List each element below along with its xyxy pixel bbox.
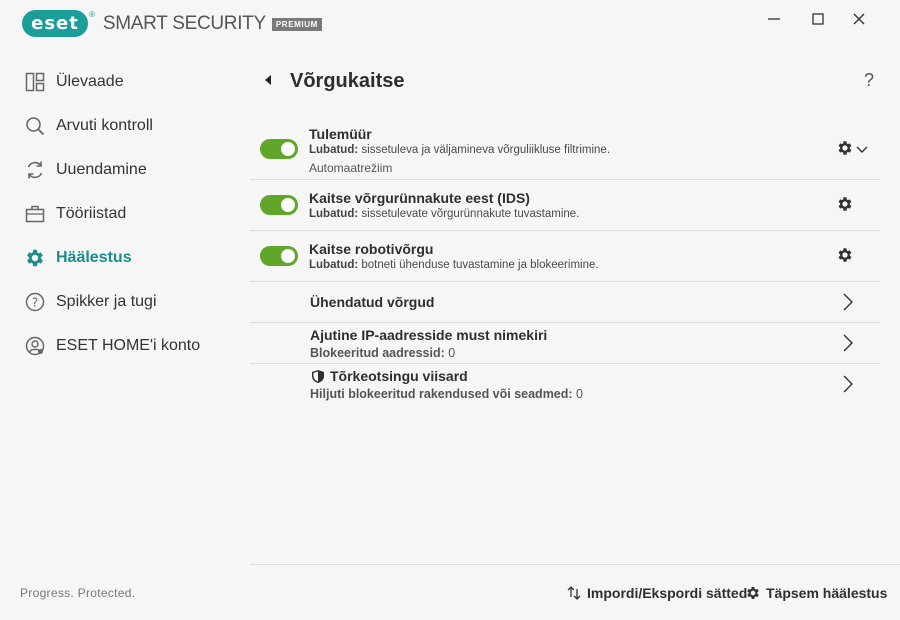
logo-mark: eset [22, 10, 88, 37]
botnet-toggle[interactable] [260, 246, 298, 266]
sidebar: Ülevaade Arvuti kontroll Uuendamine Töör… [0, 60, 248, 368]
feature-mode: Automaatrežiim [309, 161, 393, 175]
link-row-connected-networks[interactable]: Ühendatud võrgud [250, 282, 880, 323]
page-title: Võrgukaitse [290, 70, 405, 92]
feature-title: Kaitse robotivõrgu [309, 241, 434, 257]
close-icon [853, 13, 865, 25]
feature-row-firewall: Tulemüür Lubatud: sissetuleva ja väljami… [250, 120, 880, 180]
sidebar-item-label: Uuendamine [56, 161, 147, 178]
logo-registered-mark: ® [89, 10, 95, 19]
help-icon: ? [24, 291, 46, 313]
feature-description: Lubatud: sissetulevate võrgurünnakute tu… [309, 208, 580, 220]
sidebar-item-help-support[interactable]: ? Spikker ja tugi [0, 280, 248, 324]
link-title[interactable]: Ühendatud võrgud [310, 294, 434, 310]
link-subtitle: Blokeeritud aadressid: 0 [310, 346, 456, 360]
feature-description: Lubatud: sissetuleva ja väljamineva võrg… [309, 144, 611, 156]
shield-icon [311, 369, 325, 389]
sidebar-item-label: Spikker ja tugi [56, 293, 157, 310]
sidebar-item-overview[interactable]: Ülevaade [0, 60, 248, 104]
link-row-ip-blacklist[interactable]: Ajutine IP-aadresside must nimekiri Blok… [250, 323, 880, 364]
back-arrow-icon [265, 75, 271, 85]
title-bar: eset ® SMART SECURITY PREMIUM [0, 0, 900, 46]
import-export-button[interactable]: Impordi/Ekspordi sätted [566, 585, 747, 601]
overview-icon [24, 71, 46, 93]
back-button[interactable] [262, 72, 274, 88]
minimize-icon [768, 18, 780, 20]
ids-settings-gear-icon[interactable] [836, 195, 854, 213]
briefcase-icon [24, 203, 46, 225]
chevron-right-icon[interactable] [842, 374, 854, 394]
gear-icon [24, 247, 46, 269]
minimize-button[interactable] [761, 8, 787, 30]
sidebar-item-label: Häälestus [56, 249, 132, 266]
feature-title: Kaitse võrgurünnakute eest (IDS) [309, 190, 530, 206]
account-icon [24, 335, 46, 357]
maximize-icon [812, 13, 824, 25]
sidebar-item-tools[interactable]: Tööriistad [0, 192, 248, 236]
feature-row-botnet: Kaitse robotivõrgu Lubatud: botneti ühen… [250, 231, 880, 282]
close-button[interactable] [846, 8, 872, 30]
link-row-troubleshooting-wizard[interactable]: Tõrkeotsingu viisard Hiljuti blokeeritud… [250, 364, 880, 406]
sidebar-item-computer-scan[interactable]: Arvuti kontroll [0, 104, 248, 148]
firewall-toggle[interactable] [260, 139, 298, 159]
feature-title: Tulemüür [309, 126, 372, 142]
firewall-expand-chevron-down-icon[interactable] [856, 142, 868, 154]
sidebar-item-eset-home[interactable]: ESET HOME'i konto [0, 324, 248, 368]
link-title[interactable]: Tõrkeotsingu viisard [330, 368, 468, 384]
advanced-setup-button[interactable]: Täpsem häälestus [745, 585, 887, 601]
feature-row-ids: Kaitse võrgurünnakute eest (IDS) Lubatud… [250, 180, 880, 231]
feature-description: Lubatud: botneti ühenduse tuvastamine ja… [309, 259, 599, 271]
edition-badge: PREMIUM [271, 18, 322, 31]
sidebar-item-label: ESET HOME'i konto [56, 337, 201, 354]
svg-text:?: ? [32, 296, 38, 310]
sidebar-item-label: Arvuti kontroll [56, 117, 153, 134]
maximize-button[interactable] [805, 8, 831, 30]
gear-icon [745, 585, 761, 601]
sidebar-item-setup[interactable]: Häälestus [0, 236, 248, 280]
refresh-icon [24, 159, 46, 181]
help-button[interactable]: ? [864, 70, 874, 91]
import-export-label: Impordi/Ekspordi sätted [587, 585, 748, 601]
ids-toggle[interactable] [260, 195, 298, 215]
import-export-icon [566, 585, 582, 601]
chevron-right-icon[interactable] [842, 292, 854, 312]
link-subtitle: Hiljuti blokeeritud rakendused või seadm… [310, 387, 583, 401]
botnet-settings-gear-icon[interactable] [836, 246, 854, 264]
bottom-divider [250, 564, 900, 565]
firewall-settings-gear-icon[interactable] [836, 139, 854, 157]
chevron-right-icon[interactable] [842, 333, 854, 353]
eset-logo: eset ® SMART SECURITY PREMIUM [22, 10, 322, 37]
link-title[interactable]: Ajutine IP-aadresside must nimekiri [310, 327, 547, 343]
product-name: SMART SECURITY [102, 12, 266, 34]
search-icon [24, 115, 46, 137]
advanced-setup-label: Täpsem häälestus [766, 585, 888, 601]
sidebar-item-update[interactable]: Uuendamine [0, 148, 248, 192]
slogan: Progress. Protected. [20, 586, 136, 600]
sidebar-item-label: Tööriistad [56, 205, 127, 222]
sidebar-item-label: Ülevaade [56, 73, 124, 90]
